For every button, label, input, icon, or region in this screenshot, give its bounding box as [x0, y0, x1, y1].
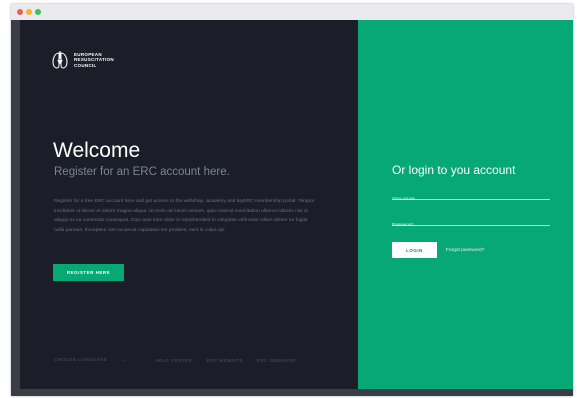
register-panel: EUROPEAN RESUSCITATION COUNCIL Welcome R… [20, 20, 358, 389]
brand-line-2: RESUSCITATION [74, 57, 114, 63]
maximize-window-button[interactable] [35, 9, 41, 15]
email-field[interactable] [392, 193, 550, 206]
erc-website-link[interactable]: ERC WEBSITE [206, 358, 243, 363]
choose-language-label: CHOOSE LANGUAGE [54, 357, 108, 362]
register-description: Register for a free ERC account here and… [54, 199, 315, 234]
footer-links: CHOOSE LANGUAGE ⌄ HELP CENTER ERC WEBSITE… [54, 357, 310, 363]
brand-name: EUROPEAN RESUSCITATION COUNCIL [74, 52, 114, 68]
welcome-title: Welcome [53, 139, 141, 162]
close-window-button[interactable] [17, 9, 23, 15]
forgot-password-link[interactable]: Forgot password? [446, 248, 484, 253]
brand-line-3: COUNCIL [74, 62, 97, 68]
login-button[interactable]: LOGIN [392, 242, 437, 258]
browser-window: EUROPEAN RESUSCITATION COUNCIL Welcome R… [11, 4, 573, 396]
email-field-wrapper [392, 187, 550, 206]
chevron-down-icon: ⌄ [123, 357, 128, 362]
erc-webshop-link[interactable]: ERC WEBSHOP [257, 358, 296, 363]
register-button[interactable]: REGISTER HERE [53, 264, 124, 281]
login-panel: Or login to you account LOGIN Forgot pas… [358, 20, 573, 389]
password-field-wrapper [392, 213, 550, 232]
heart-lungs-icon [52, 51, 68, 69]
register-subtitle: Register for an ERC account here. [54, 166, 230, 178]
password-field[interactable] [392, 219, 550, 232]
login-title: Or login to you account [392, 163, 516, 177]
choose-language-dropdown[interactable]: CHOOSE LANGUAGE ⌄ [54, 357, 142, 363]
brand-logo[interactable]: EUROPEAN RESUSCITATION COUNCIL [52, 50, 114, 70]
help-center-link[interactable]: HELP CENTER [156, 358, 193, 363]
window-titlebar [11, 4, 573, 20]
minimize-window-button[interactable] [26, 9, 32, 15]
